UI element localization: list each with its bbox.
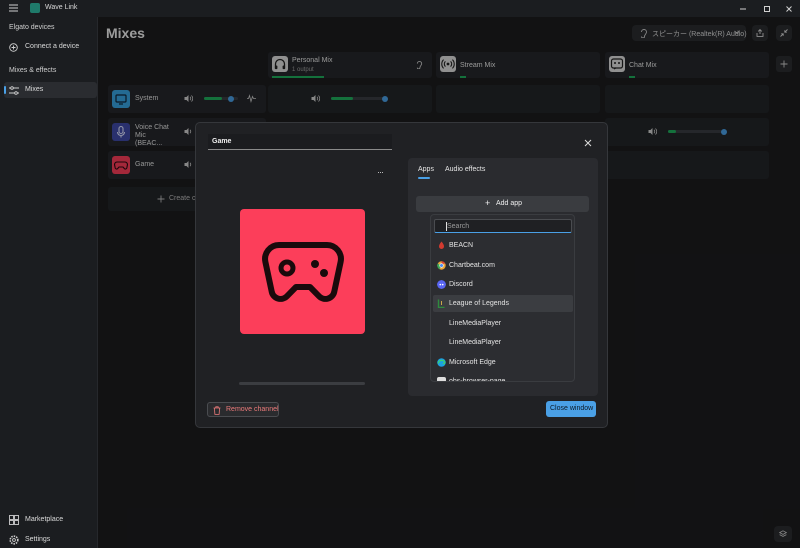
tab-audio-effects[interactable]: Audio effects [445,166,485,173]
app-item-linemediaplayer[interactable]: LineMediaPlayer [433,315,573,332]
sidebar-item-label: Marketplace [25,516,64,523]
app-item-obs-browser-page[interactable]: obs-browser-page [433,373,573,382]
gamepad-icon [262,242,344,302]
more-options-icon[interactable]: ··· [377,167,384,177]
beacn-icon [439,241,444,249]
app-item-label: obs-browser-page [449,378,506,382]
app-item-label: Discord [449,281,473,288]
app-logo [30,3,40,13]
search-input[interactable]: Search [434,219,572,233]
app-item-chartbeat[interactable]: Chartbeat.com [433,257,573,274]
app-item-beacn[interactable]: BEACN [433,237,573,254]
obs-icon [437,377,446,381]
remove-channel-label: Remove channel [226,406,279,413]
app-item-microsoft-edge[interactable]: Microsoft Edge [433,354,573,371]
mixes-header: Mixes & effects [9,67,57,74]
menu-icon[interactable] [9,4,18,12]
sidebar: Elgato devices Connect a device Mixes & … [0,17,98,548]
close-window-icon[interactable] [783,3,795,15]
marketplace-icon [9,515,19,525]
gear-icon [9,535,19,545]
app-item-label: Chartbeat.com [449,262,495,269]
tab-apps[interactable]: Apps [418,166,434,173]
minimize-icon[interactable] [737,3,749,15]
close-window-button[interactable]: Close window [546,401,596,417]
maximize-icon[interactable] [761,3,773,15]
close-icon[interactable] [584,139,592,147]
league-icon [437,299,445,308]
app-item-label: League of Legends [449,300,509,307]
search-placeholder: Search [447,223,470,230]
chrome-icon [437,261,446,270]
horizontal-scrollbar[interactable] [239,382,365,385]
add-app-label: Add app [496,200,523,207]
tab-indicator [418,177,430,179]
sidebar-item-mixes[interactable]: Mixes [4,82,97,98]
sliders-icon [9,86,19,95]
sidebar-item-label: Mixes [25,86,44,93]
channel-name-value: Game [212,138,232,145]
app-item-discord[interactable]: Discord [433,276,573,293]
app-item-league-of-legends[interactable]: League of Legends [433,295,573,312]
app-title: Wave Link [45,4,78,11]
sidebar-item-marketplace[interactable]: Marketplace [4,512,97,528]
app-item-label: LineMediaPlayer [449,339,502,346]
trash-icon [213,406,221,415]
app-item-label: LineMediaPlayer [449,320,502,327]
title-bar: Wave Link [0,0,800,17]
devices-header: Elgato devices [9,24,55,31]
app-item-label: BEACN [449,242,474,249]
sidebar-item-connect-device[interactable]: Connect a device [4,39,97,55]
close-window-label: Close window [550,405,594,412]
discord-icon [437,280,446,289]
plus-circle-icon [9,43,18,52]
channel-icon-tile[interactable] [240,209,365,334]
remove-channel-button[interactable]: Remove channel [207,402,279,417]
sidebar-item-label: Settings [25,536,51,543]
sidebar-item-settings[interactable]: Settings [4,532,97,548]
app-item-label: Microsoft Edge [449,359,496,366]
app-item-linemediaplayer[interactable]: LineMediaPlayer [433,334,573,351]
app-picker-popup: Search BEACN Chartbeat.com Discord Leagu… [430,214,575,382]
add-app-button[interactable]: + Add app [416,196,589,212]
channel-name-input[interactable]: Game [208,134,392,150]
sidebar-item-label: Connect a device [25,43,80,50]
plus-icon: + [485,198,491,208]
edge-icon [437,358,446,367]
